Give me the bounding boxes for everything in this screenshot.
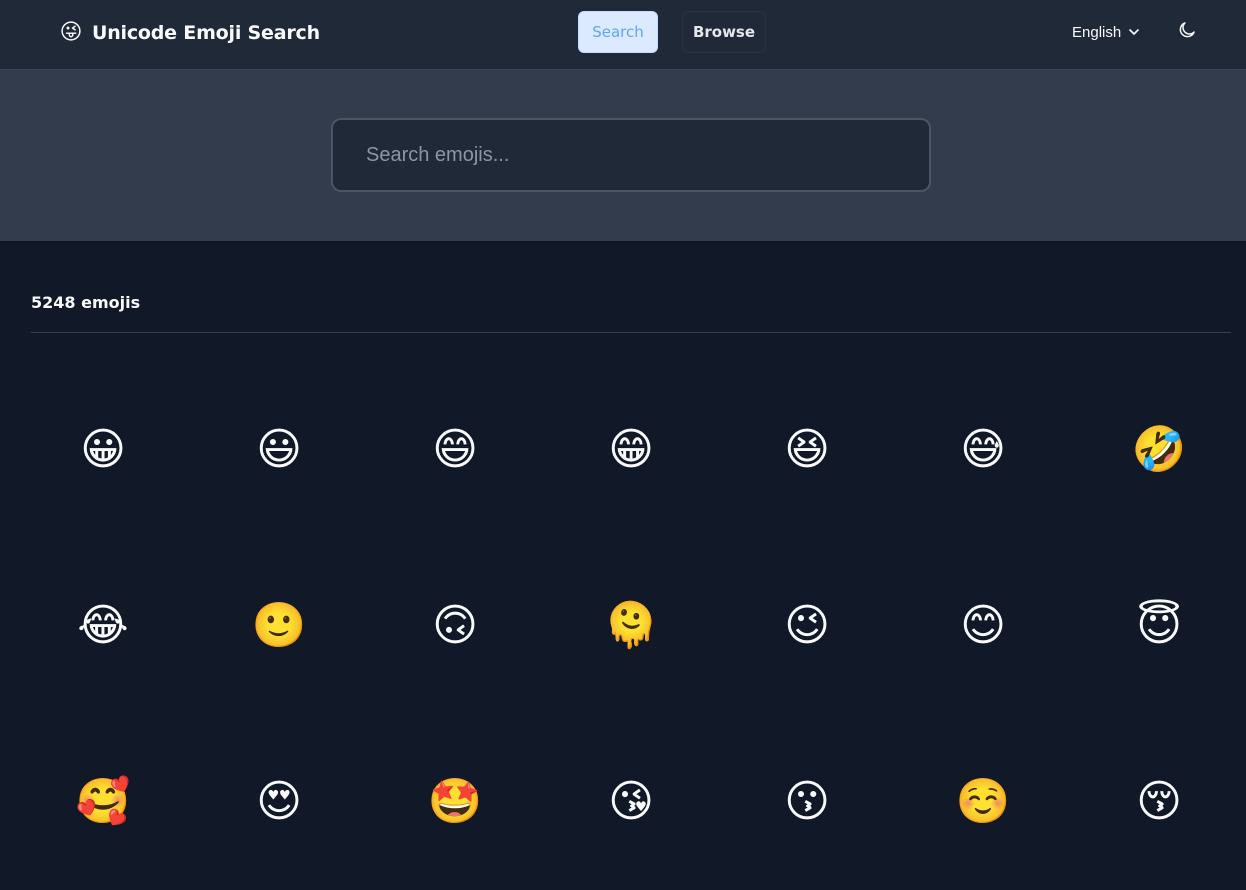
search-input[interactable]	[333, 120, 929, 190]
emoji-glyph: 😅	[960, 424, 1006, 475]
emoji-glyph: ☺️	[955, 776, 1011, 827]
emoji-cell[interactable]: 😁	[543, 362, 719, 538]
emoji-glyph: 😂	[77, 600, 129, 651]
emoji-cell[interactable]: 😇	[1071, 538, 1246, 714]
emoji-cell[interactable]: 😍	[191, 714, 367, 890]
brand[interactable]: 😜 Unicode Emoji Search	[58, 18, 321, 48]
emoji-glyph: 😊	[960, 600, 1006, 651]
brand-logo-icon: 😜	[59, 20, 83, 45]
emoji-glyph: 😀	[80, 424, 126, 475]
emoji-glyph: 😃	[256, 424, 302, 475]
results-count: 5248 emojis	[31, 293, 141, 312]
emoji-cell[interactable]: 😘	[543, 714, 719, 890]
chevron-down-icon	[1128, 26, 1140, 38]
search-box	[331, 118, 931, 192]
search-section	[0, 70, 1246, 241]
nav-search-button[interactable]: Search	[578, 11, 658, 53]
emoji-cell[interactable]: 😃	[191, 362, 367, 538]
emoji-cell[interactable]: 🤩	[367, 714, 543, 890]
language-label: English	[1072, 23, 1122, 41]
emoji-glyph: 🤩	[427, 776, 483, 827]
emoji-cell[interactable]: 😆	[719, 362, 895, 538]
emoji-glyph: 🤣	[1131, 424, 1187, 475]
emoji-glyph: 😇	[1136, 600, 1182, 651]
emoji-glyph: 😗	[784, 776, 830, 827]
emoji-cell[interactable]: 😚	[1071, 714, 1246, 890]
nav-browse-button[interactable]: Browse	[682, 11, 766, 53]
emoji-cell[interactable]: 😀	[15, 362, 191, 538]
emoji-cell[interactable]: 😗	[719, 714, 895, 890]
emoji-glyph: 😍	[256, 776, 302, 827]
emoji-glyph: 🙃	[432, 600, 478, 651]
emoji-glyph: 😄	[432, 424, 478, 475]
emoji-glyph: 🥰	[75, 776, 131, 827]
emoji-glyph: 🙂	[251, 600, 307, 651]
emoji-cell[interactable]: 😄	[367, 362, 543, 538]
emoji-cell[interactable]: ☺️	[895, 714, 1071, 890]
emoji-glyph: 🫠	[603, 600, 659, 651]
language-selector[interactable]: English	[1072, 20, 1140, 44]
emoji-cell[interactable]: 😉	[719, 538, 895, 714]
results-divider	[31, 332, 1231, 333]
emoji-cell[interactable]: 😅	[895, 362, 1071, 538]
emoji-grid: 😀 😃 😄 😁 😆 😅 🤣 😂 🙂 🙃 🫠 😉 😊 😇 🥰 😍 🤩 😘 😗 ☺️ 😚	[15, 362, 1246, 890]
emoji-cell[interactable]: 😂	[15, 538, 191, 714]
emoji-glyph: 😘	[608, 776, 654, 827]
emoji-cell[interactable]: 😊	[895, 538, 1071, 714]
emoji-glyph: 😉	[784, 600, 830, 651]
emoji-glyph: 😁	[608, 424, 654, 475]
emoji-cell[interactable]: 🤣	[1071, 362, 1246, 538]
emoji-cell[interactable]: 🥰	[15, 714, 191, 890]
top-header: 😜 Unicode Emoji Search Search Browse Eng…	[0, 0, 1246, 70]
emoji-glyph: 😆	[784, 424, 830, 475]
emoji-cell[interactable]: 🙃	[367, 538, 543, 714]
moon-icon	[1177, 20, 1197, 44]
app-title: Unicode Emoji Search	[92, 22, 320, 44]
emoji-cell[interactable]: 🫠	[543, 538, 719, 714]
emoji-glyph: 😚	[1136, 776, 1182, 827]
emoji-cell[interactable]: 🙂	[191, 538, 367, 714]
theme-toggle-button[interactable]	[1174, 18, 1200, 46]
